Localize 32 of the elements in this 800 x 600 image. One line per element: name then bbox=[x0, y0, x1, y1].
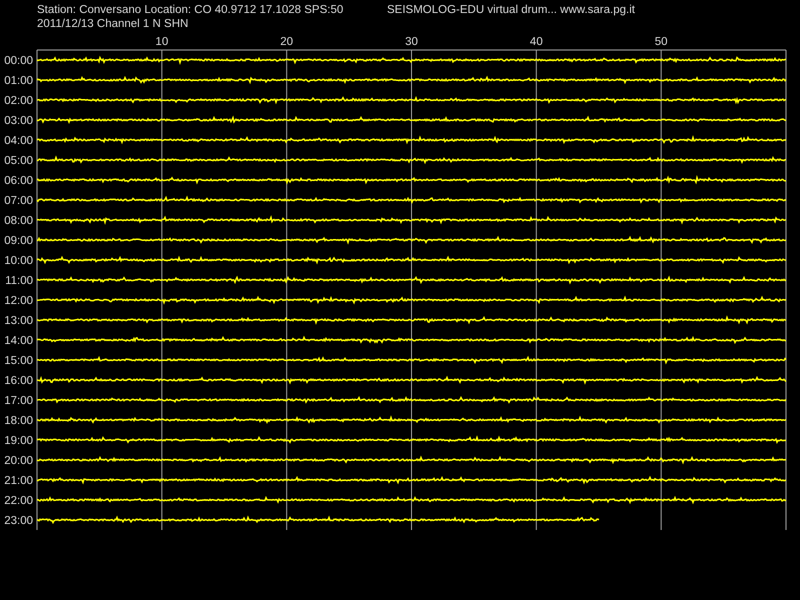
hour-label: 01:00 bbox=[4, 75, 33, 87]
hour-label: 11:00 bbox=[5, 275, 33, 287]
hour-label: 04:00 bbox=[4, 135, 33, 147]
minute-label: 30 bbox=[405, 36, 418, 48]
app-title: SEISMOLOG-EDU virtual drum... www.sara.pg.it bbox=[387, 3, 635, 17]
hour-label: 19:00 bbox=[4, 435, 33, 447]
hour-label: 08:00 bbox=[4, 215, 33, 227]
hour-label: 06:00 bbox=[4, 175, 33, 187]
hour-label: 05:00 bbox=[4, 155, 33, 167]
hour-label: 15:00 bbox=[4, 355, 33, 367]
hour-label: 14:00 bbox=[4, 335, 33, 347]
hour-label: 07:00 bbox=[4, 195, 33, 207]
minute-label: 40 bbox=[530, 36, 543, 48]
hour-label: 13:00 bbox=[4, 315, 33, 327]
hour-label: 03:00 bbox=[4, 115, 33, 127]
date-channel: 2011/12/13 Channel 1 N SHN bbox=[37, 17, 188, 31]
minute-label: 10 bbox=[155, 36, 168, 48]
minute-label: 20 bbox=[280, 36, 294, 48]
hour-label: 12:00 bbox=[4, 295, 33, 307]
hour-label: 09:00 bbox=[4, 235, 33, 247]
hour-label: 00:00 bbox=[4, 55, 33, 67]
hour-label: 23:00 bbox=[4, 515, 33, 527]
hour-label: 22:00 bbox=[4, 495, 33, 507]
station-info: Station: Conversano Location: CO 40.9712 17.1028 SPS:50 bbox=[37, 3, 344, 17]
hour-label: 02:00 bbox=[4, 95, 33, 107]
hour-label: 16:00 bbox=[4, 375, 33, 387]
minute-label: 50 bbox=[654, 36, 668, 48]
hour-label: 21:00 bbox=[4, 475, 33, 487]
hour-label: 20:00 bbox=[4, 455, 33, 467]
hour-label: 10:00 bbox=[4, 255, 33, 267]
hour-label: 18:00 bbox=[4, 415, 33, 427]
hour-label: 17:00 bbox=[4, 395, 33, 407]
